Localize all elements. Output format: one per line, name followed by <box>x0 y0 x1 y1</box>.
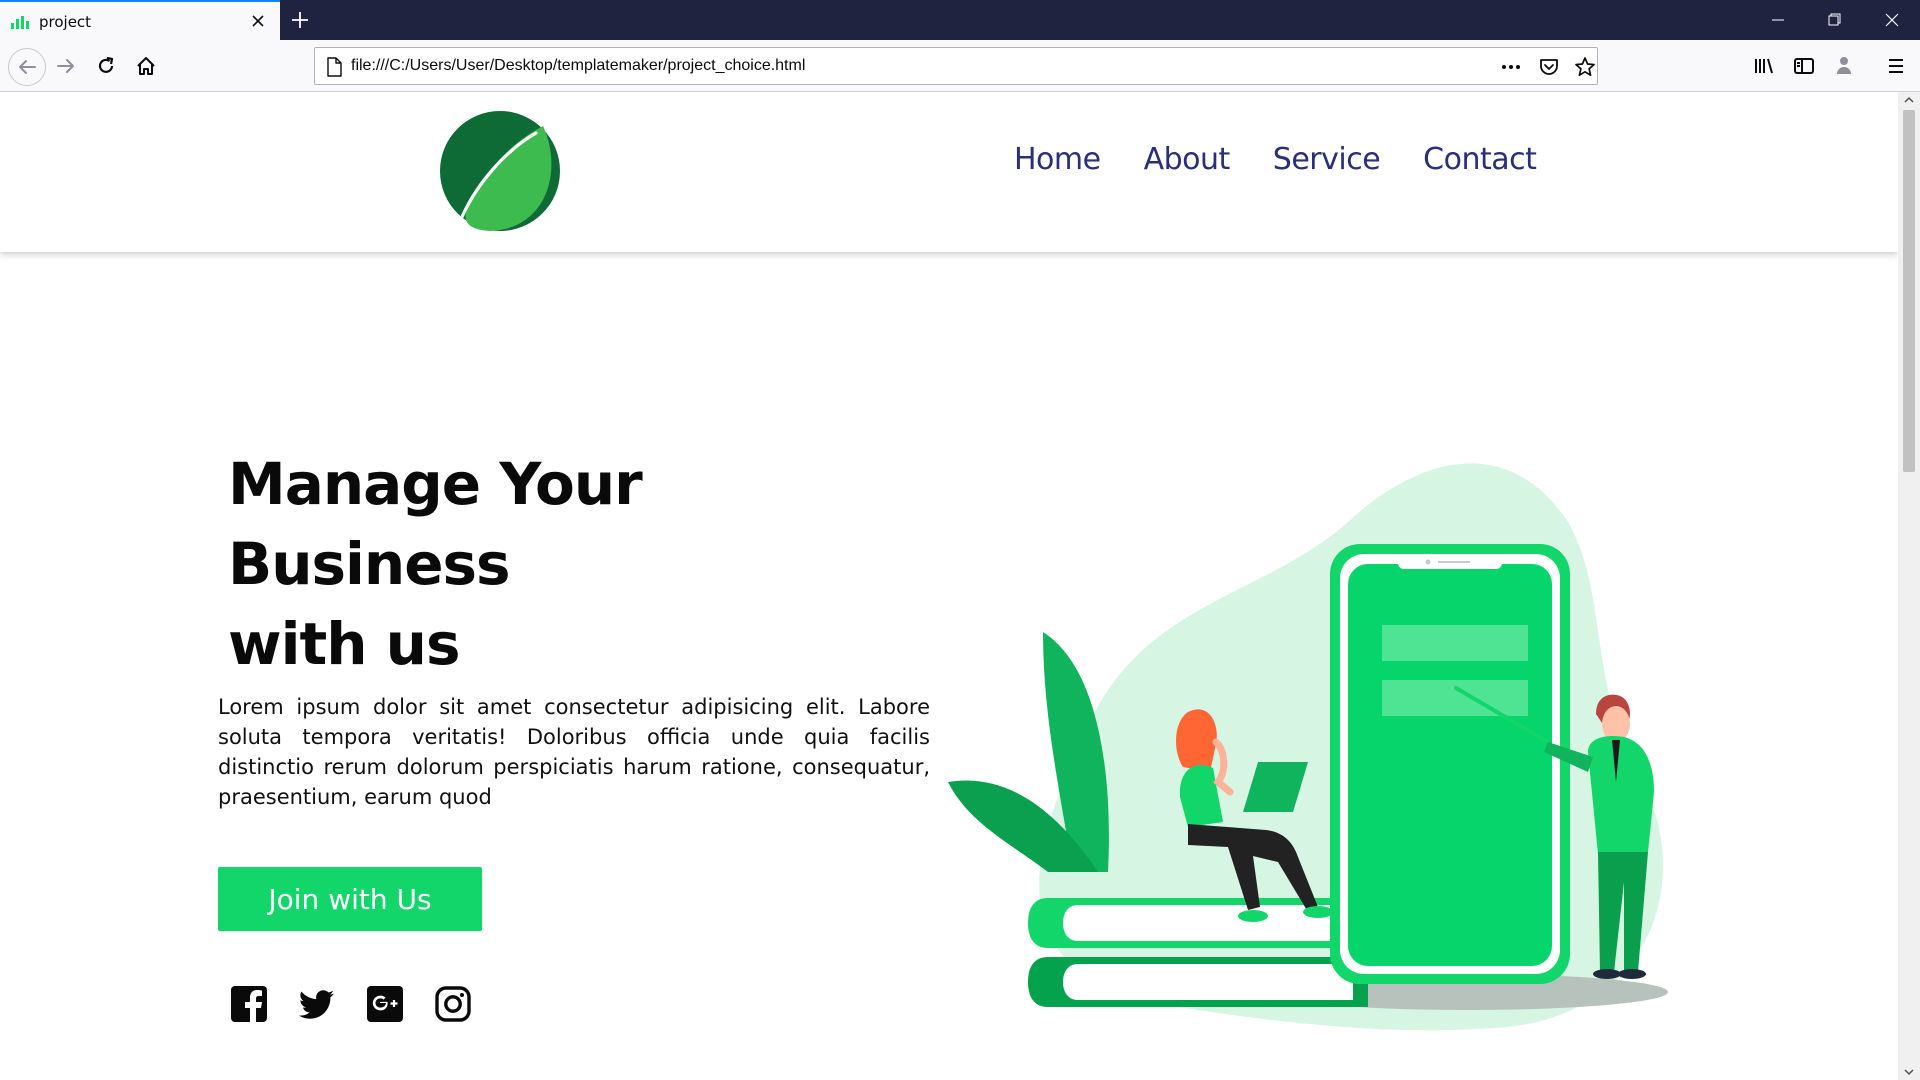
reload-icon <box>98 56 114 73</box>
nav-contact[interactable]: Contact <box>1423 142 1537 177</box>
site-nav: Home About Service Contact <box>1014 142 1537 177</box>
tab-title: project <box>39 13 92 31</box>
facebook-icon[interactable] <box>230 985 268 1023</box>
instagram-icon[interactable] <box>434 985 472 1023</box>
chart-favicon-icon <box>11 16 29 29</box>
nav-home[interactable]: Home <box>1014 142 1101 177</box>
bookmark-star-icon[interactable] <box>1573 55 1597 79</box>
page-icon <box>327 57 342 77</box>
google-plus-icon[interactable] <box>366 985 404 1023</box>
nav-about[interactable]: About <box>1144 142 1231 177</box>
hamburger-menu-icon[interactable] <box>1880 50 1912 82</box>
home-icon <box>137 57 155 75</box>
arrow-right-icon <box>57 59 74 73</box>
library-icon[interactable] <box>1748 50 1780 82</box>
twitter-icon[interactable] <box>298 985 336 1023</box>
join-button[interactable]: Join with Us <box>218 867 482 931</box>
hero-title-line2: with us <box>228 610 460 678</box>
close-tab-icon[interactable] <box>249 12 267 30</box>
business-illustration <box>948 463 1668 1031</box>
new-tab-icon[interactable] <box>290 10 310 30</box>
social-links <box>230 985 472 1023</box>
sidebar-icon[interactable] <box>1788 50 1820 82</box>
forward-button[interactable] <box>50 50 82 82</box>
window-close-icon[interactable] <box>1864 0 1920 40</box>
reload-button[interactable] <box>90 50 122 82</box>
scrollbar-thumb[interactable] <box>1903 110 1915 472</box>
restore-icon[interactable] <box>1806 0 1862 40</box>
browser-tab[interactable]: project <box>0 0 280 40</box>
hero-description: Lorem ipsum dolor sit amet consectetur a… <box>218 695 930 809</box>
pocket-icon[interactable] <box>1537 55 1561 79</box>
tab-bar: project <box>0 0 1920 40</box>
home-button[interactable] <box>130 50 162 82</box>
more-actions-icon[interactable] <box>1499 55 1523 79</box>
vertical-scrollbar[interactable] <box>1898 92 1920 1080</box>
back-button[interactable] <box>8 48 46 86</box>
scroll-up-arrow-icon[interactable] <box>1903 94 1915 106</box>
account-icon[interactable] <box>1828 50 1860 82</box>
hero-title-line1: Manage Your Business <box>228 450 643 598</box>
nav-service[interactable]: Service <box>1273 142 1381 177</box>
url-bar[interactable]: file:///C:/Users/User/Desktop/templatema… <box>314 47 1598 85</box>
browser-toolbar: file:///C:/Users/User/Desktop/templatema… <box>0 40 1920 92</box>
page-viewport: Home About Service Contact Manage Your B… <box>0 92 1898 1080</box>
arrow-left-icon <box>19 60 36 74</box>
scroll-down-arrow-icon[interactable] <box>1903 1066 1915 1078</box>
url-text[interactable]: file:///C:/Users/User/Desktop/templatema… <box>351 57 805 75</box>
leaf-logo[interactable] <box>438 109 562 233</box>
minimize-icon[interactable] <box>1750 0 1806 40</box>
hero-title: Manage Your Business with us <box>228 444 928 684</box>
site-header: Home About Service Contact <box>0 92 1898 252</box>
